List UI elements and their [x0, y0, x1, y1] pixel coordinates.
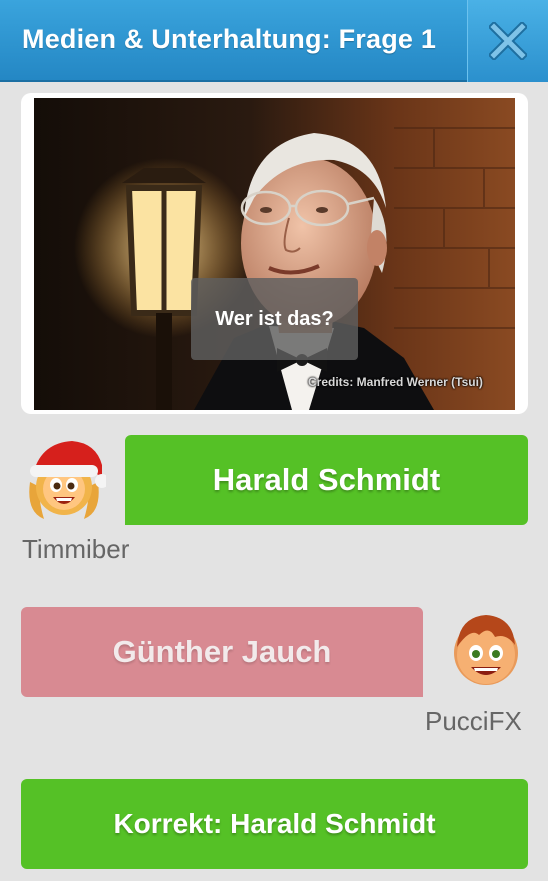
answer-button-player2[interactable]: Günther Jauch [21, 607, 423, 697]
photo-credits: Credits: Manfred Werner (Tsui) [308, 375, 483, 389]
page-title: Medien & Unterhaltung: Frage 1 [22, 24, 437, 54]
player2-name: PucciFX [425, 706, 522, 736]
question-photo [34, 98, 515, 410]
correct-answer-banner: Korrekt: Harald Schmidt [21, 779, 528, 869]
close-button[interactable] [467, 0, 548, 82]
answer-button-player1[interactable]: Harald Schmidt [125, 435, 528, 525]
question-overlay: Wer ist das? [191, 278, 358, 360]
close-icon [489, 22, 527, 60]
boy-avatar [451, 611, 521, 694]
question-image-frame [21, 93, 528, 414]
santa-girl-avatar [22, 437, 109, 526]
player1-name: Timmiber [22, 534, 130, 564]
title-bar: Medien & Unterhaltung: Frage 1 [0, 0, 548, 82]
